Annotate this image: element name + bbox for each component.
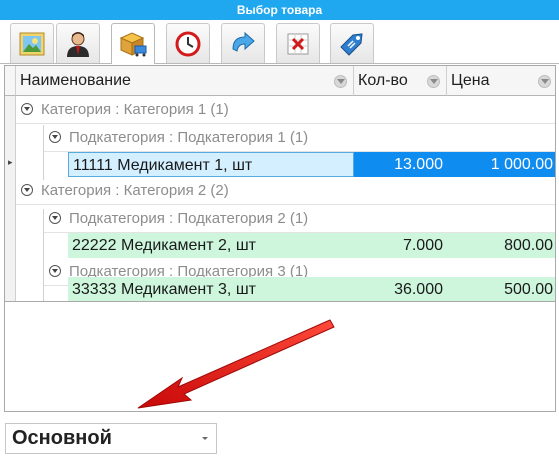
filter-icon[interactable] <box>334 75 347 88</box>
warehouse-select[interactable]: Основной <box>5 423 217 454</box>
cell-qty[interactable]: 7.000 <box>354 233 447 258</box>
cell-qty[interactable]: 36.000 <box>354 277 447 301</box>
collapse-icon[interactable] <box>49 212 61 224</box>
column-header-name[interactable]: Наименование <box>16 66 354 96</box>
table-row[interactable]: 22222 Медикамент 2, шт 7.000 800.00 <box>68 233 555 258</box>
toolbar <box>0 20 559 64</box>
price-tag-icon <box>340 32 363 56</box>
group-row-category[interactable]: Категория : Категория 1 (1) <box>16 96 555 124</box>
group-row-subcategory[interactable]: Подкатегория : Подкатегория 1 (1) <box>44 124 555 152</box>
tab-picture[interactable] <box>10 23 54 63</box>
warehouse-select-value: Основной <box>12 427 112 449</box>
header-corner <box>5 66 16 96</box>
column-header-name-label: Наименование <box>20 72 131 89</box>
column-header-qty[interactable]: Кол-во <box>354 66 447 96</box>
group-row-category[interactable]: Категория : Категория 2 (2) <box>16 177 555 205</box>
cell-name[interactable]: 33333 Медикамент 3, шт <box>68 277 354 301</box>
cell-price[interactable]: 500.00 <box>447 277 555 301</box>
group-label: Категория : Категория 2 (2) <box>41 182 229 199</box>
group-label: Подкатегория : Подкатегория 2 (1) <box>69 210 309 227</box>
user-icon <box>67 31 89 57</box>
window-title: Выбор товара <box>0 0 559 20</box>
cell-name[interactable]: 22222 Медикамент 2, шт <box>68 233 354 258</box>
clock-icon <box>175 31 201 56</box>
product-grid[interactable]: Наименование Кол-во Цена ▸ Категория : К… <box>4 65 556 302</box>
tab-delete[interactable] <box>276 23 320 63</box>
row-indicator-column <box>5 96 16 301</box>
current-row-indicator-icon: ▸ <box>8 157 13 167</box>
picture-icon <box>19 32 45 55</box>
collapse-icon[interactable] <box>21 103 33 115</box>
grid-empty-area <box>4 302 556 412</box>
box-cart-icon <box>119 32 147 57</box>
tab-products[interactable] <box>111 23 155 64</box>
group-row-subcategory[interactable]: Подкатегория : Подкатегория 2 (1) <box>44 205 555 233</box>
cell-price[interactable]: 800.00 <box>447 233 555 258</box>
group-label: Категория : Категория 1 (1) <box>41 101 229 118</box>
collapse-icon[interactable] <box>49 265 61 277</box>
column-header-price-label: Цена <box>451 72 490 89</box>
tab-user[interactable] <box>56 23 100 63</box>
tab-price[interactable] <box>330 23 374 63</box>
collapse-icon[interactable] <box>21 184 33 196</box>
cell-name[interactable]: 11111 Медикамент 1, шт <box>68 152 354 177</box>
tab-clock[interactable] <box>166 23 210 63</box>
redo-arrow-icon <box>232 31 255 52</box>
table-row[interactable]: 33333 Медикамент 3, шт 36.000 500.00 <box>68 277 555 301</box>
collapse-icon[interactable] <box>49 131 61 143</box>
cell-qty[interactable]: 13.000 <box>354 152 447 177</box>
excel-delete-icon <box>287 33 309 54</box>
cell-price[interactable]: 1 000.00 <box>447 152 555 177</box>
filter-icon[interactable] <box>538 75 551 88</box>
column-header-qty-label: Кол-во <box>358 72 408 89</box>
group-label: Подкатегория : Подкатегория 1 (1) <box>69 129 309 146</box>
tab-redo[interactable] <box>221 23 265 63</box>
table-row[interactable]: 11111 Медикамент 1, шт 13.000 1 000.00 <box>68 152 555 177</box>
filter-icon[interactable] <box>427 75 440 88</box>
chevron-down-icon[interactable] <box>202 437 208 440</box>
column-header-price[interactable]: Цена <box>447 66 555 96</box>
